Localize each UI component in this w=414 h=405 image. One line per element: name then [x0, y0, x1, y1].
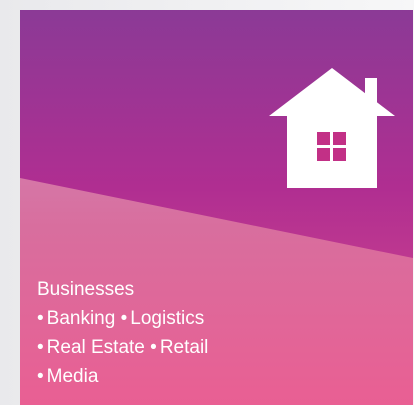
bullet: • — [150, 337, 157, 358]
businesses-text: Businesses • Banking • Logistics • Real Est… — [37, 275, 208, 391]
bullet: • — [37, 308, 44, 329]
business-item-retail: Retail — [159, 337, 209, 358]
businesses-heading: Businesses — [37, 279, 135, 300]
business-item-media: Media — [46, 366, 99, 387]
business-item-logistics: Logistics — [130, 308, 205, 329]
business-line-1: • Banking • Logistics — [37, 304, 208, 333]
business-line-3: • Media — [37, 362, 208, 391]
business-line-2: • Real Estate • Retail — [37, 333, 208, 362]
bullet: • — [120, 308, 128, 329]
house-icon — [269, 68, 395, 188]
bullet: • — [37, 337, 44, 358]
business-item-real-estate: Real Estate — [46, 337, 145, 358]
bullet: • — [37, 366, 44, 387]
business-item-banking: Banking — [46, 308, 116, 329]
businesses-card: Businesses • Banking • Logistics • Real Est… — [20, 10, 413, 405]
screen-background: Businesses • Banking • Logistics • Real Est… — [0, 0, 414, 405]
